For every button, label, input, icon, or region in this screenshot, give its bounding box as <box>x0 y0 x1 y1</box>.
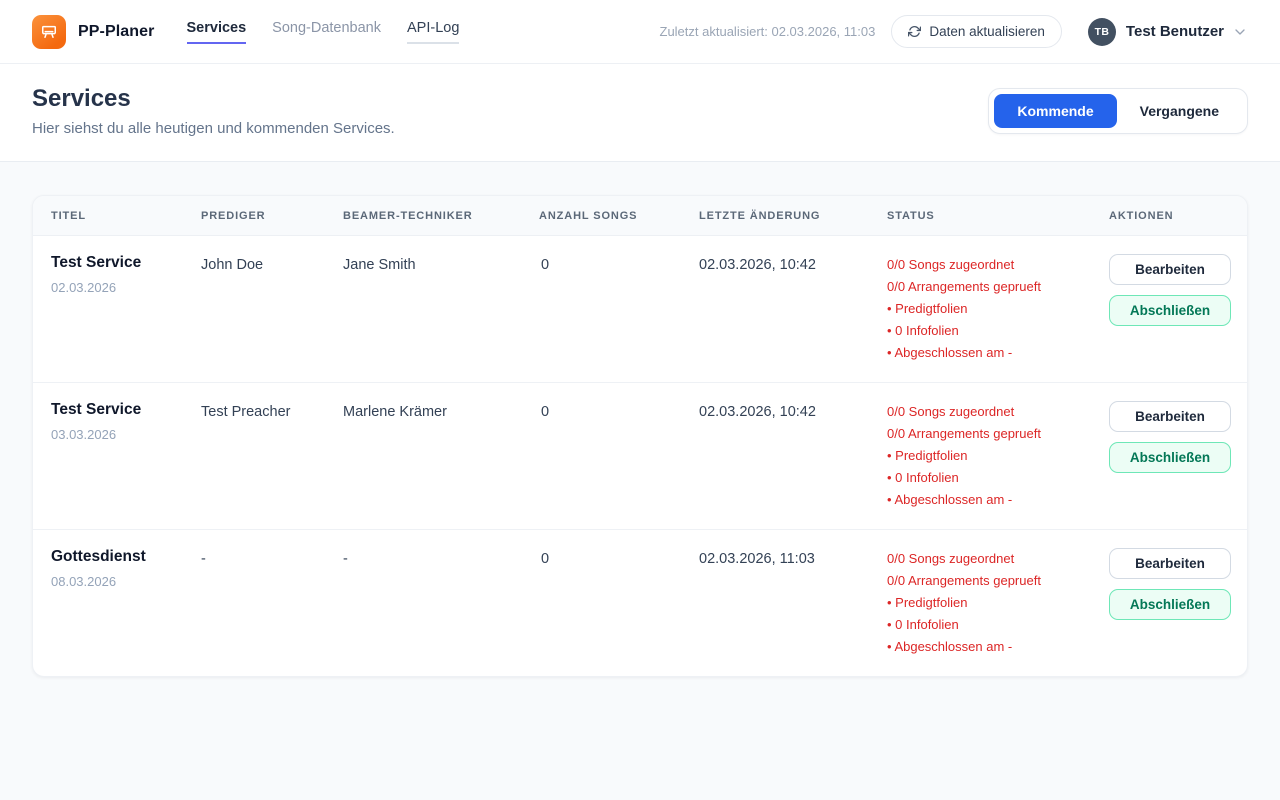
nav-item-services[interactable]: Services <box>187 20 247 44</box>
top-bar: PP-Planer Services Song-Datenbank API-Lo… <box>0 0 1280 64</box>
service-title: Test Service <box>51 401 201 419</box>
service-date: 08.03.2026 <box>51 574 201 589</box>
page-subtitle: Hier siehst du alle heutigen und kommend… <box>32 120 395 137</box>
beamer-technician-cell: Jane Smith <box>343 254 539 273</box>
status-line: 0/0 Arrangements geprueft <box>887 276 1109 298</box>
complete-button[interactable]: Abschließen <box>1109 295 1231 326</box>
status-line: 0/0 Arrangements geprueft <box>887 570 1109 592</box>
actions-cell: Bearbeiten Abschließen <box>1109 548 1231 620</box>
projector-screen-icon <box>39 22 59 42</box>
preacher-cell: - <box>201 548 343 567</box>
refresh-icon <box>908 25 921 38</box>
table-header-row: TITEL PREDIGER BEAMER-TECHNIKER ANZAHL S… <box>33 196 1247 236</box>
table-row: Gottesdienst 08.03.2026 - - 0 02.03.2026… <box>33 529 1247 676</box>
status-cell: 0/0 Songs zugeordnet 0/0 Arrangements ge… <box>887 548 1109 658</box>
status-cell: 0/0 Songs zugeordnet 0/0 Arrangements ge… <box>887 254 1109 364</box>
last-updated-text: Zuletzt aktualisiert: 02.03.2026, 11:03 <box>660 24 876 39</box>
column-header-prediger: PREDIGER <box>201 210 343 222</box>
app-logo <box>32 15 66 49</box>
beamer-technician-cell: - <box>343 548 539 567</box>
service-filter-toggle: Kommende Vergangene <box>988 88 1248 134</box>
song-count-cell: 0 <box>539 401 699 420</box>
service-title: Gottesdienst <box>51 548 201 566</box>
page-head: Services Hier siehst du alle heutigen un… <box>0 64 1280 162</box>
title-cell: Test Service 03.03.2026 <box>51 401 201 442</box>
song-count-cell: 0 <box>539 548 699 567</box>
status-line: • 0 Infofolien <box>887 614 1109 636</box>
service-date: 03.03.2026 <box>51 427 201 442</box>
column-header-titel: TITEL <box>51 210 201 222</box>
title-cell: Gottesdienst 08.03.2026 <box>51 548 201 589</box>
status-line: • 0 Infofolien <box>887 320 1109 342</box>
nav-item-song-datenbank[interactable]: Song-Datenbank <box>272 20 381 44</box>
main-nav: Services Song-Datenbank API-Log <box>187 20 460 44</box>
complete-button[interactable]: Abschließen <box>1109 442 1231 473</box>
title-cell: Test Service 02.03.2026 <box>51 254 201 295</box>
table-row: Test Service 02.03.2026 John Doe Jane Sm… <box>33 236 1247 382</box>
column-header-anzahl-songs: ANZAHL SONGS <box>539 210 699 222</box>
filter-kommende-button[interactable]: Kommende <box>994 94 1116 128</box>
status-line: • 0 Infofolien <box>887 467 1109 489</box>
status-line: • Predigtfolien <box>887 592 1109 614</box>
column-header-aktionen: AKTIONEN <box>1109 210 1231 222</box>
chevron-down-icon[interactable] <box>1232 24 1248 40</box>
status-line: • Abgeschlossen am - <box>887 342 1109 364</box>
table-row: Test Service 03.03.2026 Test Preacher Ma… <box>33 382 1247 529</box>
status-line: • Abgeschlossen am - <box>887 489 1109 511</box>
column-header-letzte-aenderung: LETZTE ÄNDERUNG <box>699 210 887 222</box>
preacher-cell: John Doe <box>201 254 343 273</box>
avatar[interactable]: TB <box>1088 18 1116 46</box>
song-count-cell: 0 <box>539 254 699 273</box>
column-header-status: STATUS <box>887 210 1109 222</box>
service-date: 02.03.2026 <box>51 280 201 295</box>
refresh-button-label: Daten aktualisieren <box>929 24 1045 39</box>
user-name: Test Benutzer <box>1126 23 1224 40</box>
status-line: 0/0 Arrangements geprueft <box>887 423 1109 445</box>
services-table-card: TITEL PREDIGER BEAMER-TECHNIKER ANZAHL S… <box>32 195 1248 677</box>
actions-cell: Bearbeiten Abschließen <box>1109 254 1231 326</box>
actions-cell: Bearbeiten Abschließen <box>1109 401 1231 473</box>
page-title: Services <box>32 85 395 113</box>
preacher-cell: Test Preacher <box>201 401 343 420</box>
last-change-cell: 02.03.2026, 10:42 <box>699 401 887 420</box>
beamer-technician-cell: Marlene Krämer <box>343 401 539 420</box>
complete-button[interactable]: Abschließen <box>1109 589 1231 620</box>
edit-button[interactable]: Bearbeiten <box>1109 254 1231 285</box>
status-line: 0/0 Songs zugeordnet <box>887 254 1109 276</box>
column-header-beamer-techniker: BEAMER-TECHNIKER <box>343 210 539 222</box>
status-line: • Predigtfolien <box>887 445 1109 467</box>
refresh-data-button[interactable]: Daten aktualisieren <box>891 15 1062 48</box>
edit-button[interactable]: Bearbeiten <box>1109 401 1231 432</box>
service-title: Test Service <box>51 254 201 272</box>
nav-item-api-log[interactable]: API-Log <box>407 20 459 44</box>
status-line: • Predigtfolien <box>887 298 1109 320</box>
content-area: TITEL PREDIGER BEAMER-TECHNIKER ANZAHL S… <box>0 162 1280 710</box>
last-change-cell: 02.03.2026, 10:42 <box>699 254 887 273</box>
app-name: PP-Planer <box>78 23 155 41</box>
last-change-cell: 02.03.2026, 11:03 <box>699 548 887 567</box>
status-cell: 0/0 Songs zugeordnet 0/0 Arrangements ge… <box>887 401 1109 511</box>
status-line: 0/0 Songs zugeordnet <box>887 401 1109 423</box>
status-line: 0/0 Songs zugeordnet <box>887 548 1109 570</box>
status-line: • Abgeschlossen am - <box>887 636 1109 658</box>
edit-button[interactable]: Bearbeiten <box>1109 548 1231 579</box>
filter-vergangene-button[interactable]: Vergangene <box>1117 94 1242 128</box>
page-head-text: Services Hier siehst du alle heutigen un… <box>32 85 395 137</box>
